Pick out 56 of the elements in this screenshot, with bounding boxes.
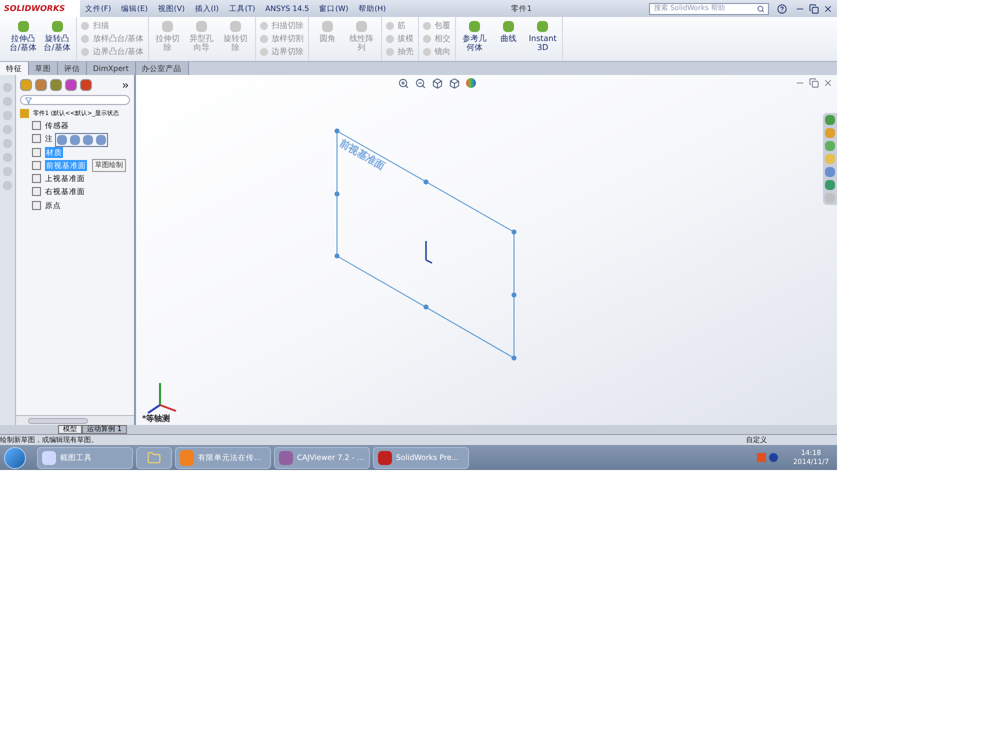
feature-icon <box>18 21 28 32</box>
close-icon[interactable] <box>823 4 833 14</box>
cube-icon[interactable] <box>432 78 443 89</box>
feature-icon <box>196 21 208 32</box>
filter-icon <box>25 96 32 104</box>
folder-icon <box>147 450 161 464</box>
panel-tab-icon[interactable] <box>35 79 47 91</box>
book-icon <box>279 450 293 464</box>
taskbar-button[interactable] <box>136 446 172 468</box>
view-orientation-label: *等轴测 <box>142 413 170 425</box>
color-wheel-icon[interactable] <box>466 78 476 88</box>
origin-icon <box>425 241 432 264</box>
plane-handle[interactable] <box>512 356 516 360</box>
plane-handle[interactable] <box>512 230 516 234</box>
plane-handle[interactable] <box>424 304 428 310</box>
start-button[interactable] <box>4 446 26 468</box>
app-icon <box>378 450 392 464</box>
restore-icon[interactable] <box>809 78 819 88</box>
panel-tab-icon[interactable] <box>50 79 62 91</box>
feature-icon <box>503 21 514 32</box>
feature-icon <box>469 21 480 32</box>
zoom-icon[interactable] <box>415 78 426 89</box>
search-icon <box>756 4 764 12</box>
expand-icon[interactable] <box>121 80 130 90</box>
feature-icon <box>322 21 334 32</box>
ribbon-button[interactable]: Instant3D <box>528 17 558 52</box>
plane-handle[interactable] <box>334 128 340 134</box>
panel-tab-icon[interactable] <box>20 79 32 91</box>
feature-icon <box>230 21 242 32</box>
part-icon <box>20 109 29 118</box>
panel-tab-icon[interactable] <box>80 79 92 91</box>
cube-icon[interactable] <box>449 78 460 89</box>
ribbon-button[interactable]: 旋转凸台/基体 <box>42 17 72 52</box>
help-icon[interactable] <box>777 4 787 14</box>
ribbon-button[interactable]: 拉伸凸台/基体 <box>8 17 38 52</box>
feature-icon <box>356 21 368 32</box>
ribbon-button[interactable]: 参考几何体 <box>460 17 490 52</box>
close-icon[interactable] <box>823 78 833 88</box>
ribbon-button[interactable]: 曲线 <box>494 17 524 43</box>
pdf-icon <box>180 450 194 466</box>
app-logo: SOLIDWORKS <box>0 0 80 17</box>
zoom-icon[interactable] <box>398 78 409 89</box>
plane-label: 前视基准面 <box>338 138 386 173</box>
feature-icon <box>162 21 174 32</box>
scissors-icon <box>42 450 56 464</box>
plane-handle[interactable] <box>334 254 340 258</box>
plane-handle[interactable] <box>424 180 428 184</box>
scrollbar[interactable] <box>28 418 88 424</box>
plane-handle[interactable] <box>512 292 516 298</box>
restore-icon[interactable] <box>809 4 819 14</box>
feature-icon <box>52 21 62 32</box>
filter-field[interactable] <box>20 95 130 105</box>
feature-icon <box>537 21 548 32</box>
panel-tab-icon[interactable] <box>65 79 77 91</box>
axis-triad-icon <box>147 383 176 414</box>
plane-handle[interactable] <box>334 192 340 196</box>
